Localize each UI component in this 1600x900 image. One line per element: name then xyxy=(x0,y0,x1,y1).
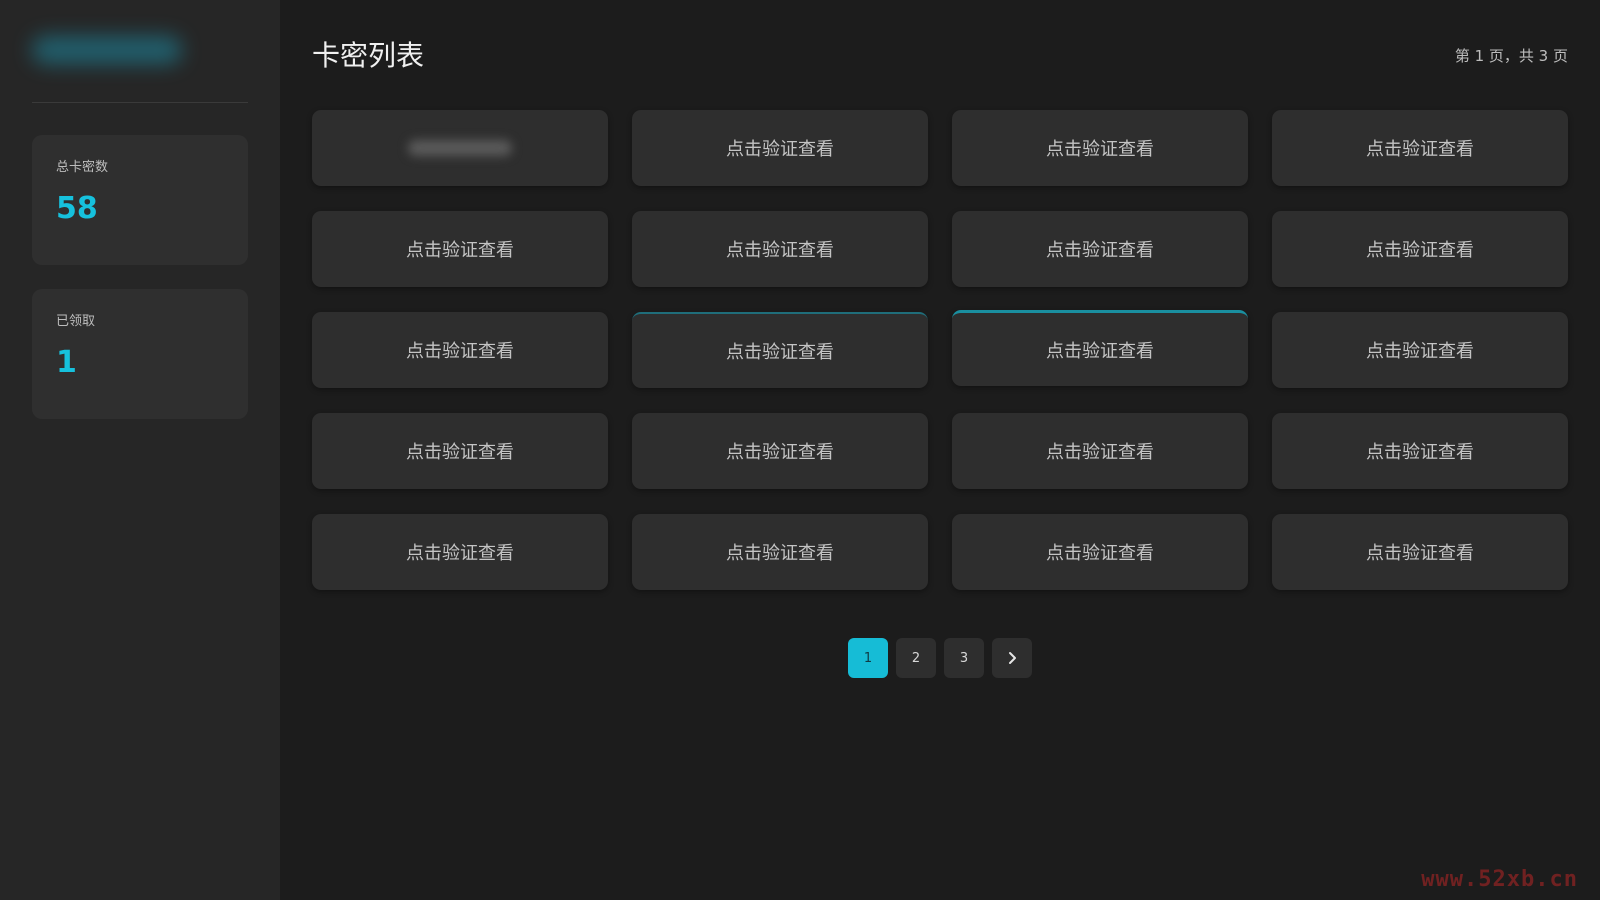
card-item[interactable]: 点击验证查看 xyxy=(952,413,1248,489)
chevron-right-icon xyxy=(1009,652,1016,664)
card-item-revealed[interactable] xyxy=(312,110,608,186)
page-button-1[interactable]: 1 xyxy=(848,638,888,678)
card-item[interactable]: 点击验证查看 xyxy=(312,312,608,388)
stat-card-total: 总卡密数 58 xyxy=(32,135,248,265)
header: 卡密列表 第 1 页，共 3 页 xyxy=(312,0,1568,110)
card-item[interactable]: 点击验证查看 xyxy=(632,413,928,489)
page-button-3[interactable]: 3 xyxy=(944,638,984,678)
card-item[interactable]: 点击验证查看 xyxy=(312,211,608,287)
app-root: 总卡密数 58 已领取 1 卡密列表 第 1 页，共 3 页 点击验证查看 点击… xyxy=(0,0,1600,900)
logo xyxy=(32,0,248,103)
card-item[interactable]: 点击验证查看 xyxy=(1272,514,1568,590)
card-item[interactable]: 点击验证查看 xyxy=(312,514,608,590)
blurred-card-code xyxy=(408,140,512,156)
card-item[interactable]: 点击验证查看 xyxy=(952,110,1248,186)
card-item[interactable]: 点击验证查看 xyxy=(632,110,928,186)
stat-label: 总卡密数 xyxy=(56,160,109,175)
card-item[interactable]: 点击验证查看 xyxy=(1272,110,1568,186)
stat-label: 已领取 xyxy=(56,314,96,329)
card-item-hovered[interactable]: 点击验证查看 xyxy=(952,310,1248,386)
page-button-2[interactable]: 2 xyxy=(896,638,936,678)
card-item[interactable]: 点击验证查看 xyxy=(952,211,1248,287)
stat-value: 58 xyxy=(56,191,98,226)
card-grid: 点击验证查看 点击验证查看 点击验证查看 点击验证查看 点击验证查看 点击验证查… xyxy=(312,110,1568,590)
card-item[interactable]: 点击验证查看 xyxy=(632,514,928,590)
blurred-logo xyxy=(32,36,182,64)
main-content: 卡密列表 第 1 页，共 3 页 点击验证查看 点击验证查看 点击验证查看 点击… xyxy=(280,0,1600,900)
card-item[interactable]: 点击验证查看 xyxy=(312,413,608,489)
card-item[interactable]: 点击验证查看 xyxy=(1272,413,1568,489)
next-page-button[interactable] xyxy=(992,638,1032,678)
sidebar: 总卡密数 58 已领取 1 xyxy=(0,0,280,900)
card-item[interactable]: 点击验证查看 xyxy=(1272,211,1568,287)
pagination: 1 2 3 xyxy=(312,638,1568,678)
page-info: 第 1 页，共 3 页 xyxy=(1454,46,1568,65)
stat-value: 1 xyxy=(56,345,77,380)
watermark: www.52xb.cn xyxy=(1421,867,1578,892)
stat-card-claimed: 已领取 1 xyxy=(32,289,248,419)
card-item[interactable]: 点击验证查看 xyxy=(952,514,1248,590)
card-item[interactable]: 点击验证查看 xyxy=(1272,312,1568,388)
card-item[interactable]: 点击验证查看 xyxy=(632,211,928,287)
card-item[interactable]: 点击验证查看 xyxy=(632,312,928,388)
page-title: 卡密列表 xyxy=(312,39,425,72)
